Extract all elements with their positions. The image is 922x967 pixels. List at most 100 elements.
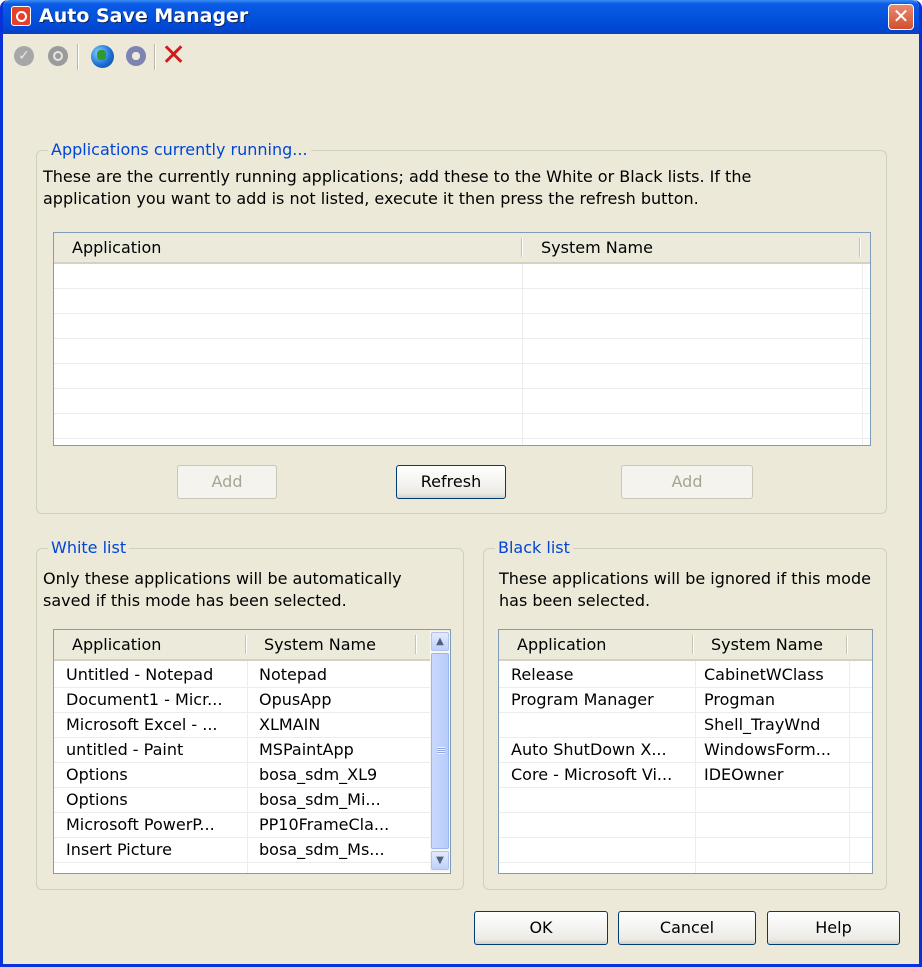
cell-application: Options — [66, 765, 128, 784]
auto-save-manager-window: Auto Save Manager ✕ ✓ ✕ Applications cur… — [0, 0, 922, 967]
table-row[interactable]: untitled - Paint MSPaintApp — [54, 738, 430, 763]
cell-system-name: WindowsForm... — [704, 740, 831, 759]
running-apps-description-line2: application you want to add is not liste… — [43, 189, 699, 208]
black-list-group: Black list These applications will be ig… — [483, 538, 887, 890]
table-row[interactable] — [54, 314, 870, 339]
table-row[interactable] — [54, 289, 870, 314]
cell-system-name: XLMAIN — [259, 715, 321, 734]
column-header-system-name[interactable]: System Name — [711, 630, 823, 659]
cell-system-name: Notepad — [259, 665, 327, 684]
running-apps-group: Applications currently running... These … — [36, 140, 887, 514]
column-header-system-name[interactable]: System Name — [541, 233, 653, 262]
table-row[interactable]: Document1 - Micr... OpusApp — [54, 688, 430, 713]
running-apps-legend: Applications currently running... — [48, 140, 311, 159]
column-divider — [245, 635, 247, 654]
scroll-up-arrow-icon[interactable]: ▲ — [431, 632, 449, 651]
app-icon[interactable] — [11, 6, 31, 26]
white-list-description-line2: saved if this mode has been selected. — [43, 591, 347, 610]
cell-system-name: OpusApp — [259, 690, 332, 709]
column-divider — [859, 238, 861, 257]
window-title: Auto Save Manager — [39, 5, 249, 27]
table-row[interactable]: Shell_TrayWnd — [499, 713, 872, 738]
globe-icon[interactable] — [89, 42, 117, 70]
white-list-group: White list Only these applications will … — [36, 538, 464, 890]
cell-system-name: bosa_sdm_Mi... — [259, 790, 381, 809]
toolbar-separator — [77, 44, 79, 70]
column-divider — [415, 635, 417, 654]
cell-application: Insert Picture — [66, 840, 172, 859]
title-bar[interactable]: Auto Save Manager ✕ — [3, 0, 919, 34]
white-list-table[interactable]: Application System Name Untitled - Notep… — [53, 629, 451, 874]
table-row[interactable] — [499, 813, 872, 838]
list-header: Application System Name — [54, 233, 870, 264]
help-button[interactable]: Help — [767, 911, 900, 945]
table-row[interactable]: Release CabinetWClass — [499, 663, 872, 688]
cell-application: untitled - Paint — [66, 740, 184, 759]
black-list-description-line2: has been selected. — [499, 591, 651, 610]
running-apps-description-line1: These are the currently running applicat… — [43, 167, 752, 186]
close-button[interactable]: ✕ — [888, 4, 914, 30]
table-row[interactable] — [499, 838, 872, 863]
cell-system-name: Progman — [704, 690, 776, 709]
column-divider — [692, 635, 694, 654]
table-row[interactable]: Microsoft Excel - ... XLMAIN — [54, 713, 430, 738]
ok-button[interactable]: OK — [474, 911, 608, 945]
column-header-system-name[interactable]: System Name — [264, 630, 376, 659]
toolbar-separator — [154, 44, 156, 70]
black-list-description-line1: These applications will be ignored if th… — [499, 569, 871, 588]
cell-application — [511, 713, 691, 737]
table-row[interactable] — [54, 389, 870, 414]
column-header-application[interactable]: Application — [72, 630, 161, 659]
scrollbar-thumb[interactable] — [431, 653, 449, 849]
table-row[interactable] — [54, 364, 870, 389]
column-header-application[interactable]: Application — [517, 630, 606, 659]
column-divider — [846, 635, 848, 654]
table-row[interactable]: Microsoft PowerP... PP10FrameCla... — [54, 813, 430, 838]
scroll-down-arrow-icon[interactable]: ▼ — [431, 851, 449, 870]
table-row[interactable]: Auto ShutDown X... WindowsForm... — [499, 738, 872, 763]
black-list-table[interactable]: Application System Name Release CabinetW… — [498, 629, 873, 874]
table-row[interactable] — [54, 339, 870, 364]
check-disabled-icon[interactable]: ✓ — [11, 42, 39, 70]
table-row[interactable]: Options bosa_sdm_XL9 — [54, 763, 430, 788]
cell-application: Document1 - Micr... — [66, 690, 223, 709]
list-header: Application System Name — [499, 630, 872, 661]
cell-application: Options — [66, 790, 128, 809]
cell-application: Untitled - Notepad — [66, 665, 214, 684]
column-divider — [521, 238, 523, 257]
cell-system-name: IDEOwner — [704, 765, 784, 784]
add-to-white-list-button[interactable]: Add — [177, 465, 277, 499]
black-list-legend: Black list — [495, 538, 573, 557]
table-row[interactable]: Untitled - Notepad Notepad — [54, 663, 430, 688]
cell-system-name: CabinetWClass — [704, 665, 824, 684]
table-row[interactable] — [54, 414, 870, 439]
delete-icon[interactable]: ✕ — [161, 41, 189, 71]
table-row[interactable]: Program Manager Progman — [499, 688, 872, 713]
cell-system-name: bosa_sdm_Ms... — [259, 840, 385, 859]
table-row[interactable] — [499, 788, 872, 813]
cell-application: Release — [511, 665, 574, 684]
refresh-button[interactable]: Refresh — [396, 465, 506, 499]
cell-system-name: PP10FrameCla... — [259, 815, 390, 834]
gear-icon[interactable] — [123, 42, 151, 70]
list-header: Application System Name — [54, 630, 450, 661]
cell-application: Auto ShutDown X... — [511, 740, 667, 759]
cell-system-name: MSPaintApp — [259, 740, 354, 759]
cell-application: Program Manager — [511, 690, 654, 709]
cancel-button[interactable]: Cancel — [618, 911, 756, 945]
white-list-legend: White list — [48, 538, 130, 557]
cell-system-name: bosa_sdm_XL9 — [259, 765, 378, 784]
table-row[interactable]: Options bosa_sdm_Mi... — [54, 788, 430, 813]
white-list-scrollbar[interactable]: ▲ ▼ — [430, 631, 450, 872]
cell-system-name: Shell_TrayWnd — [704, 715, 821, 734]
cell-application: Core - Microsoft Vi... — [511, 765, 673, 784]
column-header-application[interactable]: Application — [72, 233, 161, 262]
cell-application: Microsoft PowerP... — [66, 815, 215, 834]
table-row[interactable]: Core - Microsoft Vi... IDEOwner — [499, 763, 872, 788]
add-to-black-list-button[interactable]: Add — [621, 465, 753, 499]
table-row[interactable]: Insert Picture bosa_sdm_Ms... — [54, 838, 430, 863]
cell-application: Microsoft Excel - ... — [66, 715, 218, 734]
table-row[interactable] — [54, 264, 870, 289]
stop-disabled-icon[interactable] — [45, 42, 73, 70]
running-apps-list[interactable]: Application System Name — [53, 232, 871, 446]
